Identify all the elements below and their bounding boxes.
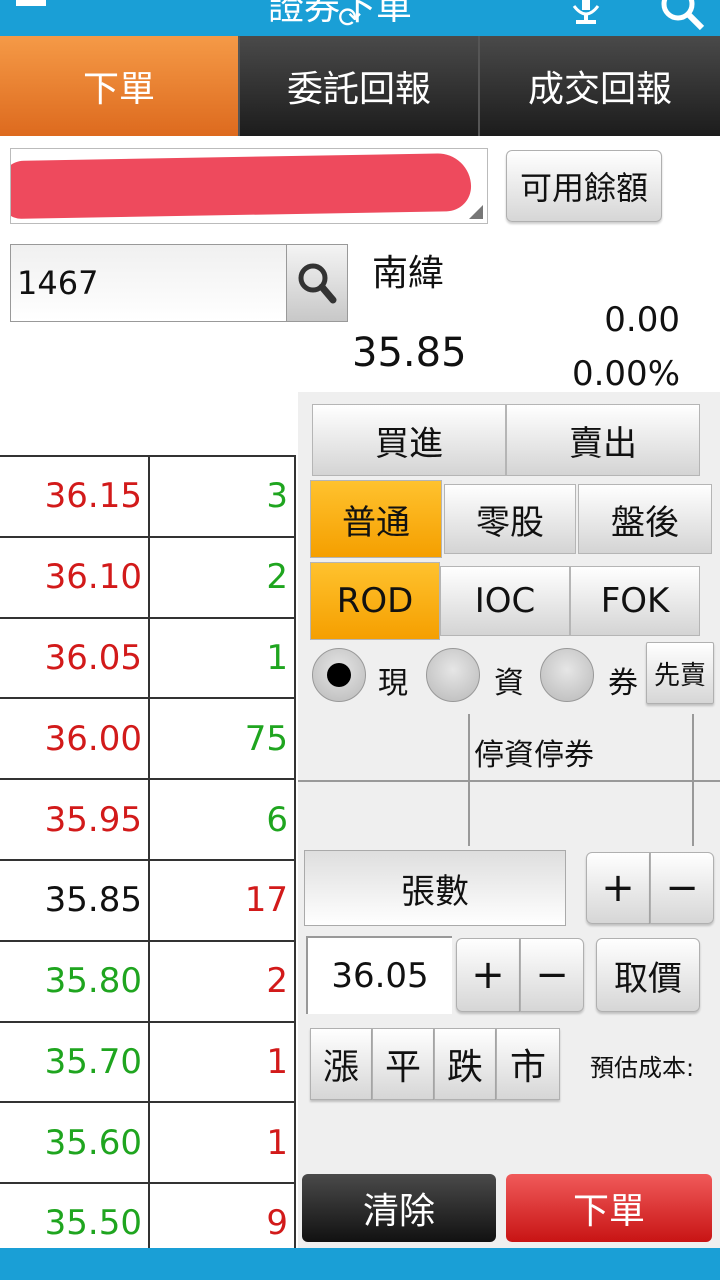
order-book-price[interactable]: 36.10 [0,537,150,617]
grid-divider [298,780,720,782]
stock-change: 0.00 [604,300,680,340]
buy-button[interactable]: 買進 [312,404,506,476]
tab-trade-report[interactable]: 成交回報 [480,36,720,136]
limit-up-button[interactable]: 漲 [310,1028,372,1100]
session-normal-button[interactable]: 普通 [310,480,442,558]
top-bar: 證券下單 ⟳ [0,0,720,36]
short-radio[interactable] [540,648,594,702]
fetch-price-button[interactable]: 取價 [596,938,700,1012]
order-book-price[interactable]: 36.15 [0,457,150,536]
quantity-unit-field[interactable]: 張數 [304,850,566,926]
cash-label: 現 [378,666,408,701]
short-label: 券 [608,666,638,701]
order-book-row[interactable]: 36.00 75 [0,697,296,779]
dropdown-arrow-icon [469,205,483,219]
stock-change-percent: 0.00% [571,354,680,394]
stock-price: 35.85 [352,330,467,376]
order-book-row[interactable]: 35.95 6 [0,778,296,859]
mic-icon[interactable] [566,0,606,24]
order-book-row[interactable]: 35.85 17 [0,858,296,940]
order-panel: 買進 賣出 普通 零股 盤後 ROD IOC FOK 現 資 券 先賣 停資停券… [298,392,720,1248]
order-book-row[interactable]: 35.60 1 [0,1101,296,1183]
order-book-qty: 1 [150,1103,296,1183]
order-book-qty: 3 [150,457,296,536]
order-book-price[interactable]: 35.80 [0,941,150,1021]
menu-icon[interactable] [16,0,46,6]
price-minus-button[interactable]: − [520,938,584,1012]
clear-button[interactable]: 清除 [302,1174,496,1242]
order-book-price[interactable]: 36.05 [0,618,150,698]
refresh-icon[interactable]: ⟳ [338,4,361,32]
order-book-row[interactable]: 36.05 1 [0,616,296,698]
order-book-qty: 6 [150,780,296,859]
order-book-row[interactable]: 35.80 2 [0,939,296,1021]
stock-name: 南緯 [372,253,445,294]
tab-order-report[interactable]: 委託回報 [240,36,480,136]
submit-order-button[interactable]: 下單 [506,1174,712,1242]
tab-place-order[interactable]: 下單 [0,36,240,136]
magnifier-icon [298,263,337,304]
order-book-row[interactable]: 36.15 3 [0,455,296,536]
symbol-search-button[interactable] [286,244,348,322]
order-book-price[interactable]: 35.70 [0,1022,150,1102]
symbol-input[interactable]: 1467 [10,244,288,322]
order-book-price[interactable]: 36.00 [0,699,150,779]
order-book-qty: 17 [150,860,296,940]
cash-radio[interactable] [312,648,366,702]
tif-rod-button[interactable]: ROD [310,562,440,640]
order-book-qty: 1 [150,1022,296,1102]
tif-ioc-button[interactable]: IOC [440,566,570,636]
tab-bar: 下單 委託回報 成交回報 [0,36,720,136]
available-balance-button[interactable]: 可用餘額 [506,150,662,222]
margin-radio[interactable] [426,648,480,702]
price-plus-button[interactable]: + [456,938,520,1012]
session-odd-lot-button[interactable]: 零股 [444,484,576,554]
market-price-button[interactable]: 市 [496,1028,560,1100]
order-book: 36.15 3 36.10 2 36.05 1 36.00 75 35.95 6 35.85 17 35… [0,455,296,1263]
restriction-label: 停資停券 [474,738,594,773]
bottom-nav [0,1248,720,1280]
order-book-row[interactable]: 36.10 2 [0,535,296,617]
tif-fok-button[interactable]: FOK [570,566,700,636]
estimated-cost-label: 預估成本: [590,1054,695,1082]
order-book-price[interactable]: 35.95 [0,780,150,859]
order-book-qty: 2 [150,941,296,1021]
account-select[interactable] [10,148,488,224]
redaction-mark [11,152,472,220]
order-book-qty: 1 [150,618,296,698]
margin-label: 資 [494,666,524,701]
order-book-price[interactable]: 35.85 [0,860,150,940]
quantity-minus-button[interactable]: − [650,852,714,924]
order-book-price[interactable]: 35.60 [0,1103,150,1183]
search-icon[interactable] [658,0,706,32]
flat-price-button[interactable]: 平 [372,1028,434,1100]
order-book-qty: 2 [150,537,296,617]
sell-button[interactable]: 賣出 [506,404,700,476]
limit-down-button[interactable]: 跌 [434,1028,496,1100]
order-book-qty: 75 [150,699,296,779]
quantity-plus-button[interactable]: + [586,852,650,924]
session-after-hours-button[interactable]: 盤後 [578,484,712,554]
sell-first-button[interactable]: 先賣 [646,642,714,704]
order-book-row[interactable]: 35.70 1 [0,1020,296,1102]
price-input[interactable]: 36.05 [306,936,452,1014]
